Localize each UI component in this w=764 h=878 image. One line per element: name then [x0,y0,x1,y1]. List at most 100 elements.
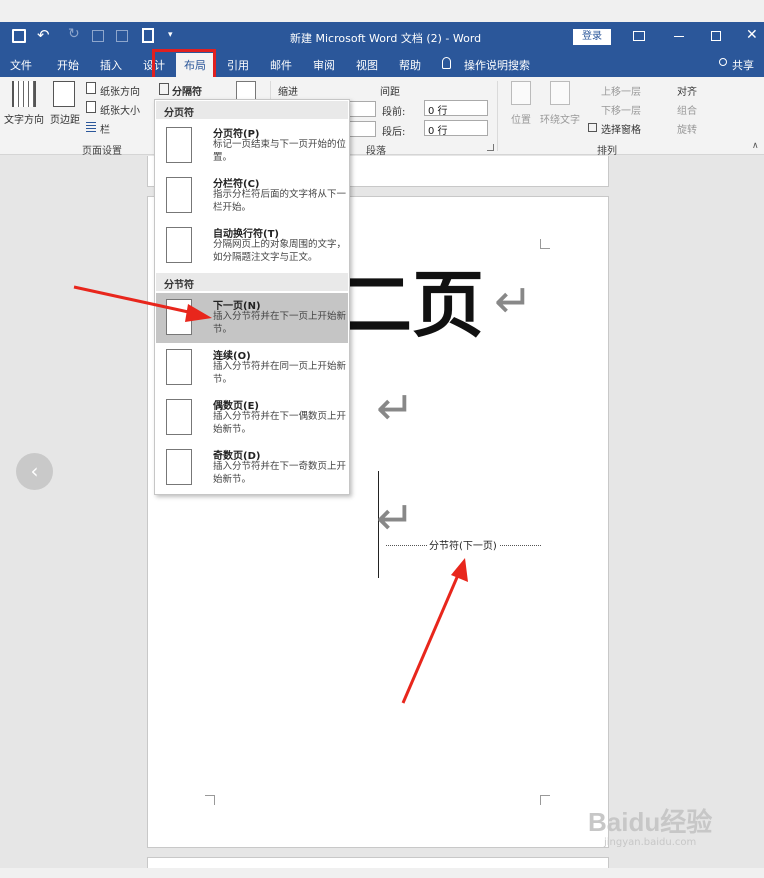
space-before-label: 段前: [382,107,406,118]
selection-pane-button[interactable]: 选择窗格 [601,121,641,136]
print-preview-icon[interactable] [142,28,154,43]
menu-item-continuous[interactable]: 连续(O) 插入分节符并在同一页上开始新节。 [156,343,348,393]
paragraph-mark-icon: ↵ [376,381,415,435]
ribbon-display-icon[interactable] [633,31,645,41]
menu-item-even-page[interactable]: 偶数页(E) 插入分节符并在下一偶数页上开始新节。 [156,393,348,443]
margin-corner-mark [205,795,215,805]
tab-home[interactable]: 开始 [57,57,79,73]
maximize-icon[interactable] [711,31,721,41]
even-page-icon [166,399,192,435]
orientation-icon [86,82,96,94]
group-button[interactable]: 组合 [677,102,697,117]
orientation-button[interactable]: 纸张方向 [100,83,140,98]
lightbulb-icon [442,57,451,69]
columns-button[interactable]: 栏 [100,121,110,136]
breaks-button[interactable]: 分隔符 [172,83,202,98]
baidu-watermark: Baidu经验 jingyan.baidu.com [588,808,712,848]
redo-icon[interactable]: ↻ [68,26,80,42]
watermark-url: jingyan.baidu.com [603,837,697,848]
menu-item-title: 奇数页(D) [213,451,261,462]
breaks-dropdown-menu: 分页符 分页符(P) 标记一页结束与下一页开始的位置。 分栏符(C) 指示分栏符… [154,99,350,495]
undo-icon[interactable]: ↶ [37,26,50,44]
section-breaks-header: 分节符 [156,273,348,291]
menu-item-desc: 插入分节符并在下一页上开始新节。 [213,311,347,335]
menu-item-text-wrapping[interactable]: 自动换行符(T) 分隔网页上的对象周围的文字，如分隔题注文字与正文。 [156,221,348,271]
menu-item-title: 连续(O) [213,351,251,362]
document-heading[interactable]: 二页 [340,262,484,348]
menu-item-next-page[interactable]: 下一页(N) 插入分节符并在下一页上开始新节。 [156,293,348,343]
section-break-label: 分节符(下一页) [427,537,499,552]
tab-references[interactable]: 引用 [227,57,249,73]
tab-view[interactable]: 视图 [356,57,378,73]
page-breaks-header: 分页符 [156,101,348,119]
position-icon[interactable] [511,81,531,105]
text-direction-icon[interactable] [12,81,36,107]
grid-icon[interactable] [116,30,128,42]
menu-item-column-break[interactable]: 分栏符(C) 指示分栏符后面的文字将从下一栏开始。 [156,171,348,221]
ribbon-tab-bar: 文件 开始 插入 设计 布局 引用 邮件 审阅 视图 帮助 操作说明搜索 共享 [0,52,764,77]
align-button[interactable]: 对齐 [677,83,697,98]
text-wrapping-icon [166,227,192,263]
position-label[interactable]: 位置 [511,111,531,126]
paragraph-mark-icon: ↵ [494,274,533,328]
text-direction-label[interactable]: 文字方向 [4,111,44,126]
size-button[interactable]: 纸张大小 [100,102,140,117]
menu-item-desc: 标记一页结束与下一页开始的位置。 [213,139,347,163]
margins-label[interactable]: 页边距 [50,111,80,126]
menu-item-desc: 插入分节符并在下一奇数页上开始新节。 [213,461,347,485]
menu-item-desc: 指示分栏符后面的文字将从下一栏开始。 [213,189,347,213]
share-button[interactable]: 共享 [732,57,754,73]
table-icon[interactable] [92,30,104,42]
next-page-icon [166,299,192,335]
tell-me-search[interactable]: 操作说明搜索 [464,57,530,73]
margin-corner-mark [540,795,550,805]
menu-item-desc: 插入分节符并在同一页上开始新节。 [213,361,347,385]
continuous-icon [166,349,192,385]
save-icon[interactable] [12,29,26,43]
odd-page-icon [166,449,192,485]
close-icon[interactable]: ✕ [746,27,758,43]
collapse-ribbon-icon[interactable]: ∧ [752,141,759,151]
send-backward-button[interactable]: 下移一层 [601,102,641,117]
columns-icon [86,122,96,132]
paragraph-group-label: 段落 [366,146,386,157]
menu-item-title: 下一页(N) [213,301,261,312]
tab-review[interactable]: 审阅 [313,57,335,73]
paragraph-mark-icon: ↵ [376,491,415,545]
tab-mailings[interactable]: 邮件 [270,57,292,73]
paragraph-dialog-launcher-icon[interactable] [487,144,494,151]
arrange-group-label: 排列 [597,146,617,157]
menu-item-page-break[interactable]: 分页符(P) 标记一页结束与下一页开始的位置。 [156,121,348,171]
spacing-label: 间距 [380,87,400,98]
tab-file[interactable]: 文件 [10,57,32,73]
selection-pane-icon [588,123,597,132]
menu-item-title: 偶数页(E) [213,401,259,412]
ribbon: 文字方向 页边距 纸张方向 纸张大小 栏 分隔符 页面设置 缩进 间距 段前: … [0,77,764,157]
minimize-icon[interactable] [674,36,684,37]
title-bar: ↶ ↻ ▾ 新建 Microsoft Word 文档 (2) - Word 登录… [0,22,764,52]
top-strip [0,0,764,22]
menu-item-title: 分栏符(C) [213,179,260,190]
menu-item-desc: 插入分节符并在下一偶数页上开始新节。 [213,411,347,435]
space-after-input[interactable]: 0 行 [424,120,488,137]
rotate-button[interactable]: 旋转 [677,121,697,136]
breaks-icon [159,83,169,95]
menu-item-title: 分页符(P) [213,129,260,140]
menu-item-odd-page[interactable]: 奇数页(D) 插入分节符并在下一奇数页上开始新节。 [156,443,348,493]
login-button[interactable]: 登录 [573,29,611,45]
previous-page-button[interactable]: ‹ [16,453,53,490]
column-break-icon [166,177,192,213]
size-icon [86,101,96,113]
customize-qat-icon[interactable]: ▾ [168,30,173,40]
page-setup-group-label: 页面设置 [82,146,122,157]
bring-forward-button[interactable]: 上移一层 [601,83,641,98]
status-bar [0,868,764,878]
margins-icon[interactable] [53,81,75,107]
space-before-input[interactable]: 0 行 [424,100,488,117]
wrap-text-label[interactable]: 环绕文字 [540,111,580,126]
share-person-icon [719,58,727,66]
tab-help[interactable]: 帮助 [399,57,421,73]
wrap-text-icon[interactable] [550,81,570,105]
tab-insert[interactable]: 插入 [100,57,122,73]
margin-corner-mark [540,239,550,249]
